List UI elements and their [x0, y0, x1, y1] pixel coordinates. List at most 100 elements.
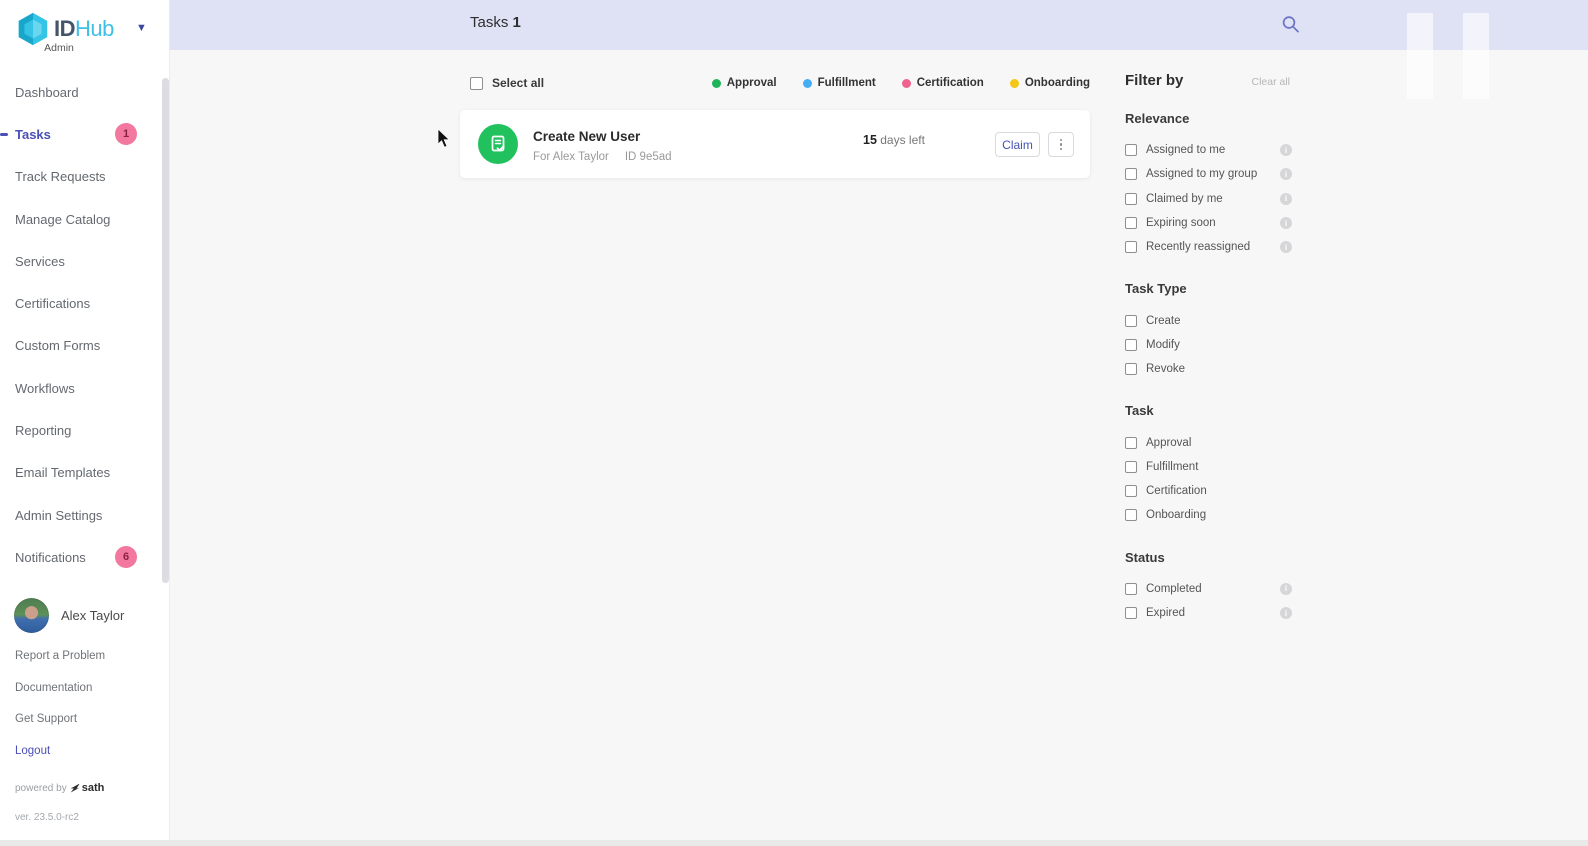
- sidebar-item-tasks[interactable]: Tasks1: [0, 113, 170, 155]
- select-all-control[interactable]: Select all: [460, 76, 544, 90]
- filter-option-modify[interactable]: Modify: [1125, 333, 1290, 357]
- claim-button[interactable]: Claim: [995, 132, 1040, 157]
- filter-checkbox[interactable]: [1125, 363, 1137, 375]
- video-overlay-pause-bar: [1463, 13, 1489, 99]
- filter-sections: RelevanceAssigned to meiAssigned to my g…: [1125, 111, 1290, 625]
- sidebar-item-email-templates[interactable]: Email Templates: [0, 452, 170, 494]
- sidebar-item-custom-forms[interactable]: Custom Forms: [0, 325, 170, 367]
- task-card[interactable]: Create New User For Alex TaylorID 9e5ad …: [460, 110, 1090, 178]
- filter-option-approval[interactable]: Approval: [1125, 430, 1290, 454]
- top-header: Tasks 1: [170, 0, 1588, 50]
- filter-checkbox[interactable]: [1125, 607, 1137, 619]
- info-icon[interactable]: i: [1280, 241, 1292, 253]
- sidebar-item-reporting[interactable]: Reporting: [0, 409, 170, 451]
- task-create-icon: [478, 124, 518, 164]
- sidebar-item-label: Custom Forms: [15, 338, 100, 353]
- page-title: Tasks 1: [470, 14, 521, 31]
- filter-option-create[interactable]: Create: [1125, 308, 1290, 332]
- user-profile[interactable]: Alex Taylor: [14, 598, 124, 633]
- filter-option-expiring-soon[interactable]: Expiring sooni: [1125, 211, 1290, 235]
- filter-option-claimed-by-me[interactable]: Claimed by me i: [1125, 187, 1290, 211]
- filter-checkbox[interactable]: [1125, 437, 1137, 449]
- filter-option-expired[interactable]: Expiredi: [1125, 601, 1290, 625]
- powered-by-label: powered by: [15, 783, 67, 794]
- filter-checkbox[interactable]: [1125, 509, 1137, 521]
- task-subtitle: For Alex TaylorID 9e5ad: [533, 151, 672, 163]
- sidebar-item-certifications[interactable]: Certifications: [0, 282, 170, 324]
- task-title: Create New User: [533, 129, 640, 144]
- filter-option-label: Approval: [1146, 437, 1191, 449]
- filter-checkbox[interactable]: [1125, 461, 1137, 473]
- clear-all-link[interactable]: Clear all: [1251, 76, 1290, 88]
- info-icon[interactable]: i: [1280, 217, 1292, 229]
- select-all-checkbox[interactable]: [470, 77, 483, 90]
- sidebar-item-label: Track Requests: [15, 169, 106, 184]
- filter-option-label: Completed: [1146, 583, 1202, 595]
- sidebar-item-manage-catalog[interactable]: Manage Catalog: [0, 198, 170, 240]
- filter-option-label: Claimed by me: [1146, 193, 1223, 205]
- filter-option-assigned-to-me[interactable]: Assigned to me i: [1125, 138, 1290, 162]
- info-icon[interactable]: i: [1280, 144, 1292, 156]
- task-count: 1: [513, 14, 521, 31]
- filter-checkbox[interactable]: [1125, 241, 1137, 253]
- sidebar-item-label: Email Templates: [15, 465, 110, 480]
- filter-option-label: Assigned to me: [1146, 144, 1225, 156]
- info-icon[interactable]: i: [1280, 607, 1292, 619]
- filter-checkbox[interactable]: [1125, 583, 1137, 595]
- chevron-down-icon[interactable]: ▼: [136, 22, 147, 34]
- sidebar-nav: DashboardTasks1 Track Requests Manage Cata…: [0, 71, 170, 579]
- task-id: ID 9e5ad: [625, 151, 672, 163]
- avatar: [14, 598, 49, 633]
- filter-checkbox[interactable]: [1125, 193, 1137, 205]
- filter-option-label: Certification: [1146, 485, 1207, 497]
- footer-link-logout[interactable]: Logout: [15, 745, 105, 757]
- filter-checkbox[interactable]: [1125, 485, 1137, 497]
- info-icon[interactable]: i: [1280, 193, 1292, 205]
- sidebar-item-label: Workflows: [15, 381, 75, 396]
- filter-checkbox[interactable]: [1125, 217, 1137, 229]
- filter-option-completed[interactable]: Completed i: [1125, 577, 1290, 601]
- filter-option-onboarding[interactable]: Onboarding: [1125, 503, 1290, 527]
- info-icon[interactable]: i: [1280, 168, 1292, 180]
- sidebar-item-admin-settings[interactable]: Admin Settings: [0, 494, 170, 536]
- logo-subtitle: Admin: [0, 42, 118, 54]
- legend-item-certification: Certification: [902, 77, 984, 89]
- filter-checkbox[interactable]: [1125, 315, 1137, 327]
- sidebar-item-track-requests[interactable]: Track Requests: [0, 156, 170, 198]
- filter-section-title: Status: [1125, 550, 1290, 565]
- legend-label: Onboarding: [1025, 77, 1090, 89]
- count-badge: 6: [115, 546, 137, 568]
- video-overlay-pause-bar: [1407, 13, 1433, 99]
- tasks-toolbar: Select all Approval Fulfillment Certificat…: [460, 68, 1090, 98]
- footer-link-report-a-problem[interactable]: Report a Problem: [15, 650, 105, 662]
- sidebar-scrollbar[interactable]: [162, 78, 169, 583]
- sidebar-item-notifications[interactable]: Notifications6: [0, 536, 170, 578]
- filter-checkbox[interactable]: [1125, 339, 1137, 351]
- active-indicator: [0, 133, 8, 136]
- filter-option-certification[interactable]: Certification: [1125, 479, 1290, 503]
- filter-section-title: Task Type: [1125, 281, 1290, 296]
- kebab-icon: [1060, 139, 1063, 151]
- sidebar-item-label: Certifications: [15, 296, 90, 311]
- filter-option-fulfillment[interactable]: Fulfillment: [1125, 455, 1290, 479]
- filter-option-recently-reassigned[interactable]: Recently reassignedi: [1125, 235, 1290, 259]
- info-icon[interactable]: i: [1280, 583, 1292, 595]
- filter-checkbox[interactable]: [1125, 144, 1137, 156]
- filter-option-assigned-to-my-group[interactable]: Assigned to my group i: [1125, 162, 1290, 186]
- filter-option-label: Assigned to my group: [1146, 168, 1257, 180]
- legend-label: Approval: [727, 77, 777, 89]
- filter-option-label: Onboarding: [1146, 509, 1206, 521]
- filter-option-revoke[interactable]: Revoke: [1125, 357, 1290, 381]
- legend-label: Fulfillment: [818, 77, 876, 89]
- sidebar-item-dashboard[interactable]: Dashboard: [0, 71, 170, 113]
- sidebar-item-services[interactable]: Services: [0, 240, 170, 282]
- sath-brand: sath: [71, 782, 105, 794]
- sidebar-item-label: Manage Catalog: [15, 212, 110, 227]
- filter-checkbox[interactable]: [1125, 168, 1137, 180]
- footer-link-get-support[interactable]: Get Support: [15, 713, 105, 725]
- sidebar-item-workflows[interactable]: Workflows: [0, 367, 170, 409]
- task-menu-button[interactable]: [1048, 132, 1074, 157]
- search-icon[interactable]: [1278, 12, 1304, 38]
- footer-link-documentation[interactable]: Documentation: [15, 682, 105, 694]
- legend-dot-icon: [712, 79, 721, 88]
